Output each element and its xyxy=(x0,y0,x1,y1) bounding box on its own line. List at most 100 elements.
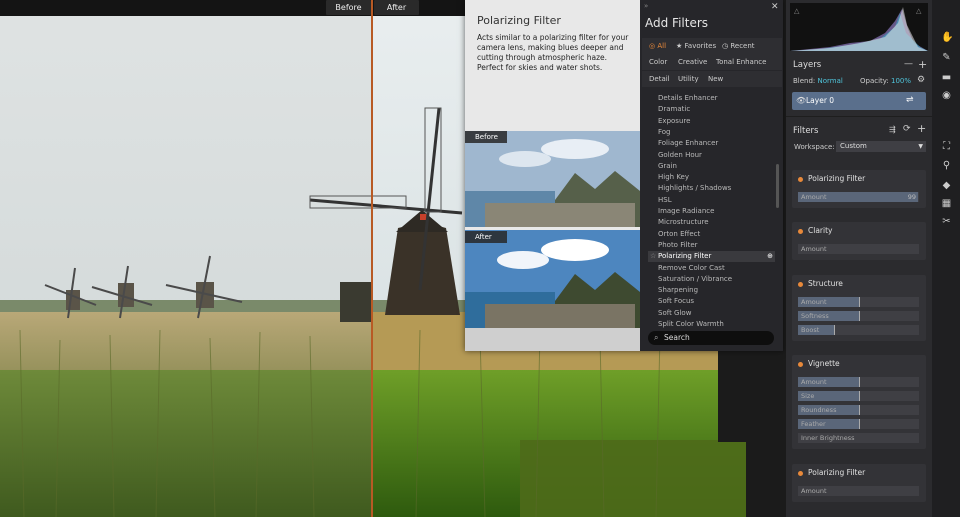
filter-list-item[interactable]: Split Color Warmth xyxy=(658,319,778,330)
filter-enabled-dot[interactable] xyxy=(798,282,803,287)
slider-label: Amount xyxy=(801,298,827,306)
tab-all[interactable]: ◎ All xyxy=(645,40,670,53)
filter-slider[interactable]: Softness xyxy=(798,311,919,321)
filter-list-item[interactable]: Details Enhancer xyxy=(658,93,778,104)
star-icon: ★ xyxy=(676,42,685,50)
right-side-panel: △ △ Layers — + Blend: Normal Opacity: 10… xyxy=(786,0,932,517)
filter-list-item[interactable]: Soft Focus xyxy=(658,296,778,307)
add-filters-panel: Polarizing Filter Acts similar to a pola… xyxy=(465,0,783,351)
crop-icon[interactable]: ⛶ xyxy=(941,141,952,152)
filter-card-header[interactable]: Polarizing Filter xyxy=(792,464,926,482)
slider-label: Amount xyxy=(801,487,827,495)
filter-enabled-dot[interactable] xyxy=(798,362,803,367)
filter-list-item[interactable]: Dramatic xyxy=(658,104,778,115)
filter-card-title: Vignette xyxy=(808,359,840,368)
close-icon[interactable]: ✕ xyxy=(771,2,779,12)
filter-enabled-dot[interactable] xyxy=(798,471,803,476)
filter-list-item[interactable]: Exposure xyxy=(658,116,778,127)
filter-list-item[interactable]: Highlights / Shadows xyxy=(658,183,778,194)
filter-list-item[interactable]: Remove Color Cast xyxy=(658,263,778,274)
filter-list-item[interactable]: Foliage Enhancer xyxy=(658,138,778,149)
filter-card: Clarity Amount xyxy=(792,222,926,260)
tab-new[interactable]: New xyxy=(704,73,727,86)
filter-slider[interactable]: Roundness xyxy=(798,405,919,415)
slider-handle[interactable] xyxy=(858,419,860,429)
before-after-split-handle[interactable] xyxy=(371,0,373,517)
slider-label: Amount xyxy=(801,245,827,253)
filter-slider[interactable]: Amount 99 xyxy=(798,192,919,202)
filter-card-header[interactable]: Structure xyxy=(792,275,926,293)
collapse-icon[interactable]: » xyxy=(644,2,648,10)
filter-card: Polarizing Filter Amount xyxy=(792,464,926,502)
preview-before-label: Before xyxy=(465,131,507,143)
filter-list-item[interactable]: Orton Effect xyxy=(658,229,778,240)
filter-slider[interactable]: Amount xyxy=(798,377,919,387)
filter-card: Vignette Amount Size Roundness Feather Inner … xyxy=(792,355,926,449)
add-filter-plus-icon[interactable]: ⊕ xyxy=(767,251,773,262)
filter-list-item[interactable]: Saturation / Vibrance xyxy=(658,274,778,285)
filter-slider[interactable]: Feather xyxy=(798,419,919,429)
slider-handle[interactable] xyxy=(834,325,836,335)
filter-list-item[interactable]: Microstructure xyxy=(658,217,778,228)
slider-handle[interactable] xyxy=(858,391,860,401)
after-button[interactable]: After xyxy=(374,0,419,15)
pattern-icon[interactable]: ▦ xyxy=(941,198,952,209)
filter-list-scrollbar[interactable] xyxy=(776,164,779,208)
filter-card-header[interactable]: Polarizing Filter xyxy=(792,170,926,188)
filter-card-title: Polarizing Filter xyxy=(808,468,866,477)
slider-handle[interactable] xyxy=(858,377,860,387)
filter-list-item[interactable]: Fog xyxy=(658,127,778,138)
filter-list-item[interactable]: Polarizing Filter ☆ ⊕ xyxy=(648,251,775,263)
scissors-icon[interactable]: ✂ xyxy=(941,216,952,227)
filter-card-header[interactable]: Vignette xyxy=(792,355,926,373)
slider-handle[interactable] xyxy=(858,297,860,307)
filter-card-header[interactable]: Clarity xyxy=(792,222,926,240)
tab-creative[interactable]: Creative xyxy=(674,56,711,69)
favorite-star-icon[interactable]: ☆ xyxy=(650,251,656,262)
slider-handle[interactable] xyxy=(858,311,860,321)
radial-icon[interactable]: ◉ xyxy=(941,90,952,101)
clone-stamp-icon[interactable]: ⚲ xyxy=(941,160,952,171)
filter-card-title: Clarity xyxy=(808,226,833,235)
slider-label: Amount xyxy=(801,378,827,386)
preview-before-image xyxy=(465,131,640,227)
filter-enabled-dot[interactable] xyxy=(798,229,803,234)
brush-icon[interactable]: ✎ xyxy=(941,52,952,63)
preview-after-label: After xyxy=(465,231,507,243)
hand-icon[interactable]: ✋ xyxy=(941,32,953,43)
filter-slider[interactable]: Inner Brightness xyxy=(798,433,919,443)
tab-detail[interactable]: Detail xyxy=(645,73,674,86)
filter-slider[interactable]: Amount xyxy=(798,244,919,254)
slider-label: Amount xyxy=(801,193,827,201)
tab-color[interactable]: Color xyxy=(645,56,671,69)
filter-list-item[interactable]: Grain xyxy=(658,161,778,172)
filter-list-item[interactable]: Soft Glow xyxy=(658,308,778,319)
slider-handle[interactable] xyxy=(858,405,860,415)
filter-enabled-dot[interactable] xyxy=(798,177,803,182)
filter-list-item[interactable]: Sharpening xyxy=(658,285,778,296)
filter-slider[interactable]: Amount xyxy=(798,486,919,496)
filter-card: Structure Amount Softness Boost xyxy=(792,275,926,341)
preview-title: Polarizing Filter xyxy=(477,14,561,27)
before-button[interactable]: Before xyxy=(326,0,371,15)
gradient-icon[interactable]: ▬ xyxy=(941,72,952,83)
slider-label: Boost xyxy=(801,326,820,334)
tool-strip: ✋ ✎ ▬ ◉ ⛶ ⚲ ◆ ▦ ✂ xyxy=(932,0,960,517)
filter-slider[interactable]: Size xyxy=(798,391,919,401)
filter-card-title: Structure xyxy=(808,279,843,288)
eraser-icon[interactable]: ◆ xyxy=(941,180,952,191)
filter-list-item[interactable]: Image Radiance xyxy=(658,206,778,217)
filter-list-item[interactable]: Golden Hour xyxy=(658,150,778,161)
filter-list-item[interactable]: Photo Filter xyxy=(658,240,778,251)
filter-list-item[interactable]: High Key xyxy=(658,172,778,183)
slider-label: Size xyxy=(801,392,815,400)
filter-search-input[interactable]: Search xyxy=(648,331,774,345)
tab-recent[interactable]: ◷ Recent xyxy=(718,40,759,53)
filter-slider[interactable]: Amount xyxy=(798,297,919,307)
tab-tonal-enhance[interactable]: Tonal Enhance xyxy=(712,56,770,69)
tab-favorites[interactable]: ★ Favorites xyxy=(672,40,720,53)
tab-utility[interactable]: Utility xyxy=(674,73,703,86)
filter-list-item[interactable]: HSL xyxy=(658,195,778,206)
filter-slider[interactable]: Boost xyxy=(798,325,919,335)
slider-label: Feather xyxy=(801,420,826,428)
